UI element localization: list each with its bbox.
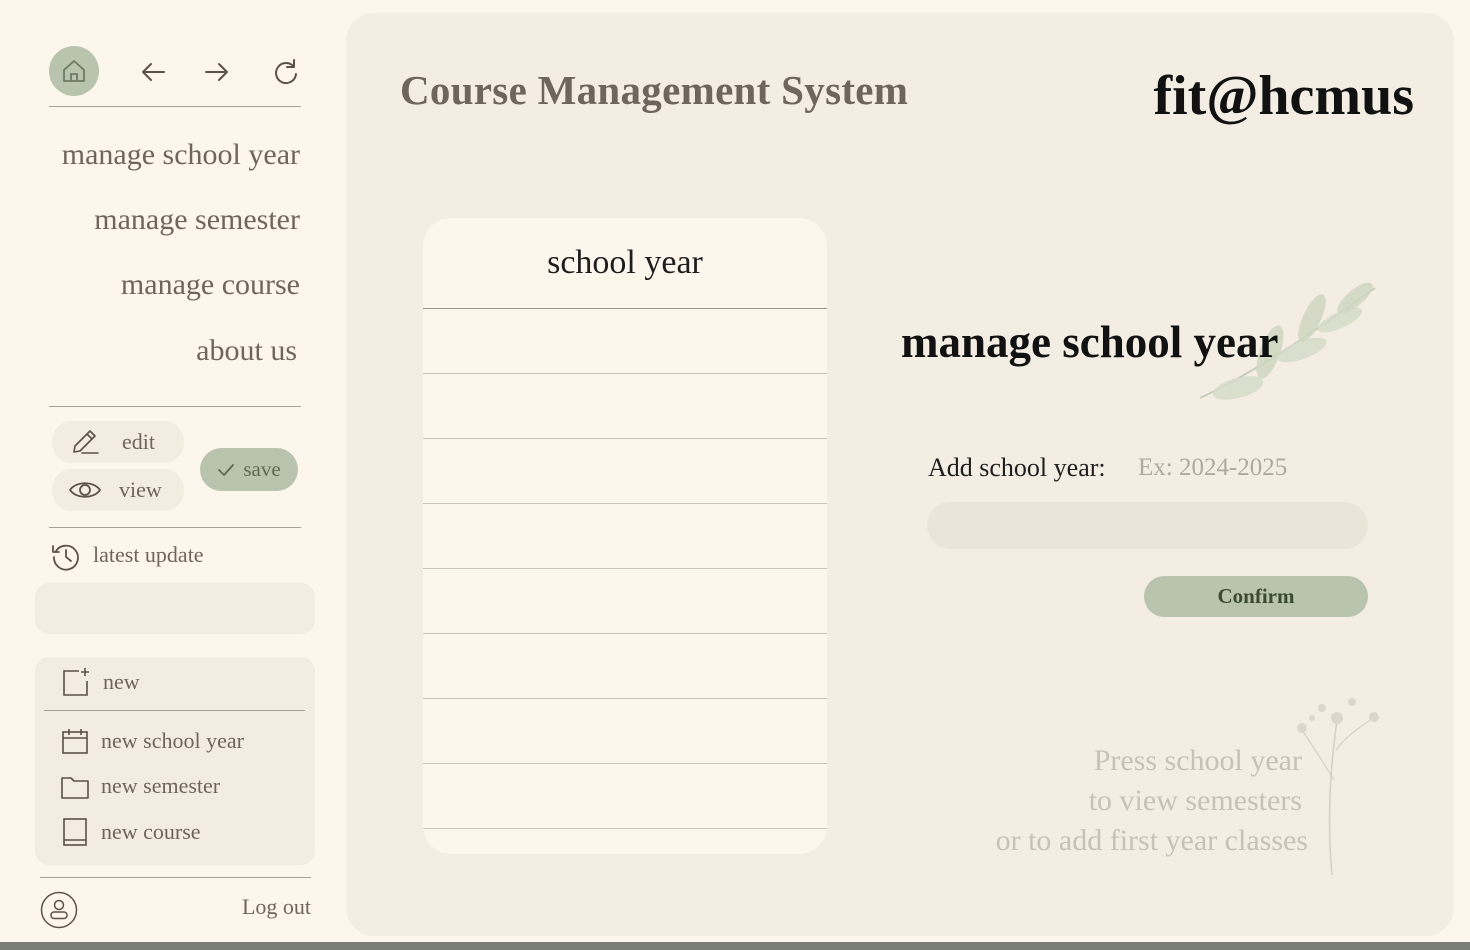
new-semester-label: new semester [101,773,221,798]
home-icon [63,60,85,82]
refresh-icon[interactable] [273,58,299,86]
input-example-hint: Ex: 2024-2025 [1138,454,1288,481]
new-panel: new new school year new semester new cou… [35,657,315,865]
latest-update-label: latest update [93,542,204,567]
new-course-label: new course [101,819,201,844]
new-semester-item[interactable]: new semester [61,772,220,800]
app-title: Course Management System [400,67,909,113]
edit-button[interactable]: edit [52,421,184,463]
school-year-list: school year [423,218,827,854]
menu-manage-semester[interactable]: manage semester [94,203,300,237]
list-item[interactable] [423,634,827,699]
hint-line-1: Press school year [1093,744,1302,777]
history-icon [52,544,79,571]
folder-icon [61,777,89,799]
school-year-input[interactable] [927,502,1368,549]
new-course-item[interactable]: new course [61,817,201,847]
confirm-button[interactable]: Confirm [1144,576,1368,617]
new-button[interactable]: new [61,667,140,697]
list-item[interactable] [423,569,827,634]
hint-line-3: or to add first year classes [995,824,1308,857]
edit-label: edit [122,429,155,454]
new-file-icon [63,668,89,696]
latest-update-box [35,583,315,634]
user-icon[interactable] [40,891,78,929]
pencil-icon [73,430,99,454]
list-item[interactable] [423,309,827,374]
home-button[interactable] [49,46,99,96]
check-icon [218,463,235,476]
list-item[interactable] [423,764,827,829]
divider [49,406,301,407]
eye-icon [68,482,102,498]
view-label: view [119,477,162,502]
logout-button[interactable]: Log out [242,894,311,920]
add-school-year-label: Add school year: [928,453,1106,482]
section-title: manage school year [901,317,1279,367]
divider [44,710,305,711]
menu-about-us[interactable]: about us [196,334,297,368]
brand-logo: fit@hcmus [1153,65,1414,127]
divider [49,527,301,528]
menu-manage-course[interactable]: manage course [121,268,300,302]
list-item[interactable] [423,504,827,569]
bottom-bar [0,942,1470,950]
new-school-year-item[interactable]: new school year [61,727,244,755]
arrow-right-icon[interactable] [204,60,230,84]
list-item[interactable] [423,374,827,439]
arrow-left-icon[interactable] [140,60,166,84]
calendar-icon [62,729,88,754]
hint-line-2: to view semesters [1088,784,1302,817]
new-school-year-label: new school year [101,728,244,753]
new-label: new [103,669,140,694]
save-button[interactable]: save [200,448,298,491]
save-label: save [243,457,281,481]
school-year-list-header: school year [423,218,827,309]
view-button[interactable]: view [52,469,184,511]
menu-manage-school-year[interactable]: manage school year [62,138,300,172]
list-item[interactable] [423,699,827,764]
divider [49,106,301,107]
divider [40,877,311,878]
list-item[interactable] [423,439,827,504]
book-icon [63,818,87,846]
